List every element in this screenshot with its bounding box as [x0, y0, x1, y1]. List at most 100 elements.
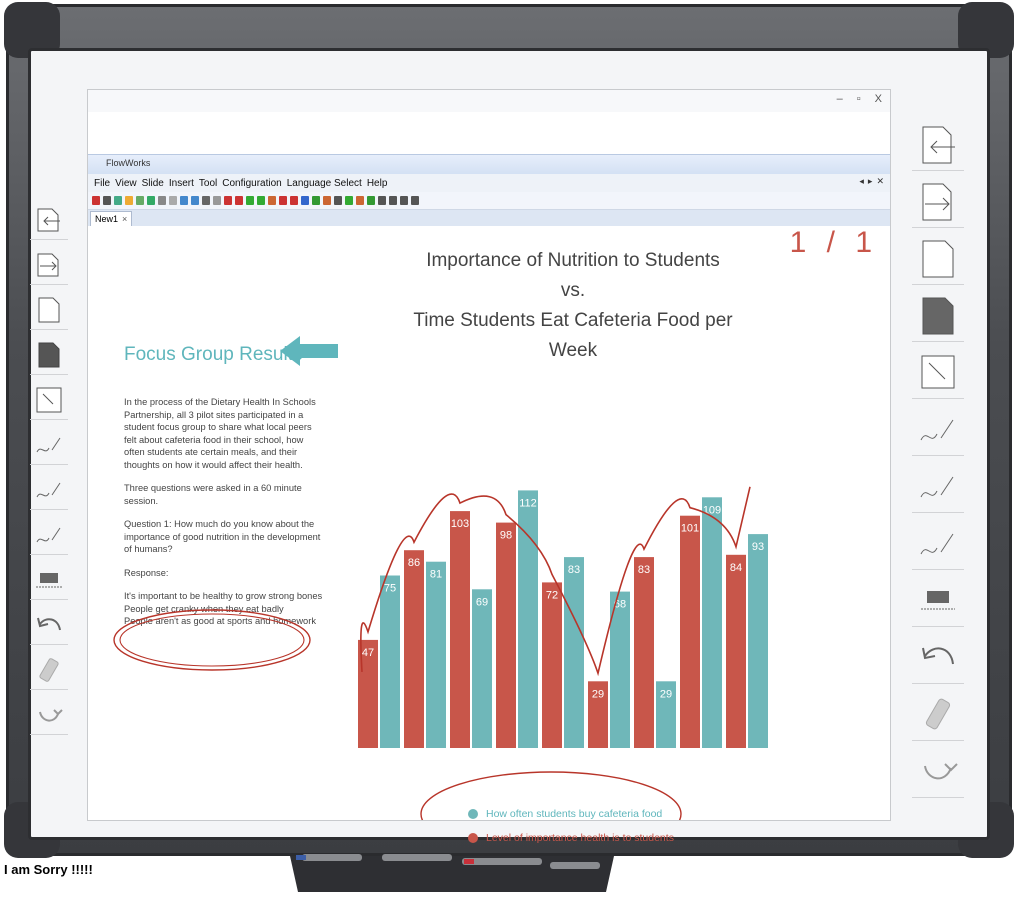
toolbar-tool-icon[interactable] [92, 196, 100, 205]
redo-button[interactable] [30, 695, 68, 735]
pen-icon [36, 437, 61, 452]
blank-page-button[interactable] [912, 234, 964, 285]
nav-next-icon[interactable]: ▸ [868, 176, 873, 187]
black-page-icon [38, 342, 60, 367]
keyboard-icon [36, 572, 62, 587]
data-label-importance: 29 [592, 688, 604, 700]
nav-controls: ◂ ▸ ✕ [859, 176, 884, 187]
pen-button[interactable] [30, 470, 68, 510]
toolbar-tool-icon[interactable] [202, 196, 210, 205]
minimize-button[interactable]: – [837, 93, 843, 105]
toolbar-tool-icon[interactable] [400, 196, 408, 205]
select-button[interactable] [30, 380, 68, 420]
menu-help[interactable]: Help [367, 178, 388, 189]
pen-black[interactable] [382, 854, 452, 861]
toolbar-tool-icon[interactable] [114, 196, 122, 205]
undo-button[interactable] [30, 605, 68, 645]
circle-annotation [119, 613, 305, 667]
pen-icon [36, 527, 61, 542]
black-page-button[interactable] [30, 335, 68, 375]
keyboard-button[interactable] [912, 576, 964, 627]
toolbar-tool-icon[interactable] [213, 196, 221, 205]
toolbar-tool-icon[interactable] [356, 196, 364, 205]
maximize-button[interactable]: ▫ [857, 93, 861, 105]
bar-importance [450, 511, 470, 748]
toolbar-tool-icon[interactable] [180, 196, 188, 205]
eraser-button[interactable] [30, 650, 68, 690]
redo-icon [39, 708, 63, 721]
pen-button[interactable] [912, 462, 964, 513]
eraser-icon [39, 657, 59, 682]
undo-button[interactable] [912, 633, 964, 684]
blank-page-button[interactable] [30, 290, 68, 330]
data-label-buy-frequency: 93 [752, 541, 764, 553]
tab-new1[interactable]: New1 × [90, 211, 133, 226]
undo-icon [37, 617, 61, 630]
pen-button[interactable] [30, 515, 68, 555]
pen-button[interactable] [912, 405, 964, 456]
caption-text: I am Sorry !!!!! [4, 862, 93, 877]
toolbar-tool-icon[interactable] [158, 196, 166, 205]
page-next-button[interactable] [912, 177, 964, 228]
redo-button[interactable] [912, 747, 964, 798]
keyboard-button[interactable] [30, 560, 68, 600]
toolbar-tool-icon[interactable] [290, 196, 298, 205]
data-label-buy-frequency: 81 [430, 569, 442, 581]
page-next-button[interactable] [30, 245, 68, 285]
undo-icon [922, 647, 954, 665]
menu-file[interactable]: File [94, 178, 110, 189]
menu-insert[interactable]: Insert [169, 178, 194, 189]
legend-label-teal: How often students buy cafeteria food [486, 808, 663, 820]
page-next-icon [37, 253, 59, 276]
toolbar-tool-icon[interactable] [334, 196, 342, 205]
page-prev-icon [922, 126, 955, 164]
toolbar-tool-icon[interactable] [136, 196, 144, 205]
data-label-buy-frequency: 75 [384, 583, 396, 595]
toolbar-tool-icon[interactable] [246, 196, 254, 205]
toolbar-tool-icon[interactable] [224, 196, 232, 205]
black-page-button[interactable] [912, 291, 964, 342]
toolbar-tool-icon[interactable] [378, 196, 386, 205]
bar-buy-frequency [748, 534, 768, 748]
page-prev-button[interactable] [912, 120, 964, 171]
menu-view[interactable]: View [115, 178, 137, 189]
toolbar-tool-icon[interactable] [169, 196, 177, 205]
pen-button[interactable] [30, 425, 68, 465]
toolbar-tool-icon[interactable] [257, 196, 265, 205]
menu-tool[interactable]: Tool [199, 178, 217, 189]
pen-icon [36, 482, 61, 497]
toolbar-tool-icon[interactable] [125, 196, 133, 205]
toolbar-tool-icon[interactable] [191, 196, 199, 205]
pen-blue[interactable] [302, 854, 362, 861]
toolbar-tool-icon[interactable] [301, 196, 309, 205]
pen-gray[interactable] [550, 862, 600, 869]
bar-importance [726, 554, 746, 748]
menu-language-select[interactable]: Language Select [287, 178, 362, 189]
bar-importance [496, 522, 516, 748]
menu-configuration[interactable]: Configuration [222, 178, 281, 189]
data-label-buy-frequency: 69 [476, 596, 488, 608]
tab-close-icon[interactable]: × [122, 214, 127, 224]
toolbar-tool-icon[interactable] [323, 196, 331, 205]
toolbar-tool-icon[interactable] [103, 196, 111, 205]
toolbar-tool-icon[interactable] [411, 196, 419, 205]
select-icon [36, 387, 62, 412]
data-label-importance: 84 [730, 562, 742, 574]
nav-prev-icon[interactable]: ◂ [859, 176, 864, 187]
toolbar-tool-icon[interactable] [367, 196, 375, 205]
eraser-button[interactable] [912, 690, 964, 741]
toolbar-tool-icon[interactable] [312, 196, 320, 205]
close-button[interactable]: X [875, 93, 882, 105]
pen-button[interactable] [912, 519, 964, 570]
page-prev-button[interactable] [30, 200, 68, 240]
toolbar-tool-icon[interactable] [345, 196, 353, 205]
select-button[interactable] [912, 348, 964, 399]
nav-close-icon[interactable]: ✕ [876, 176, 884, 187]
chart-legend: How often students buy cafeteria food Le… [468, 808, 674, 856]
menu-slide[interactable]: Slide [142, 178, 164, 189]
toolbar-tool-icon[interactable] [268, 196, 276, 205]
toolbar-tool-icon[interactable] [389, 196, 397, 205]
toolbar-tool-icon[interactable] [235, 196, 243, 205]
toolbar-tool-icon[interactable] [147, 196, 155, 205]
toolbar-tool-icon[interactable] [279, 196, 287, 205]
